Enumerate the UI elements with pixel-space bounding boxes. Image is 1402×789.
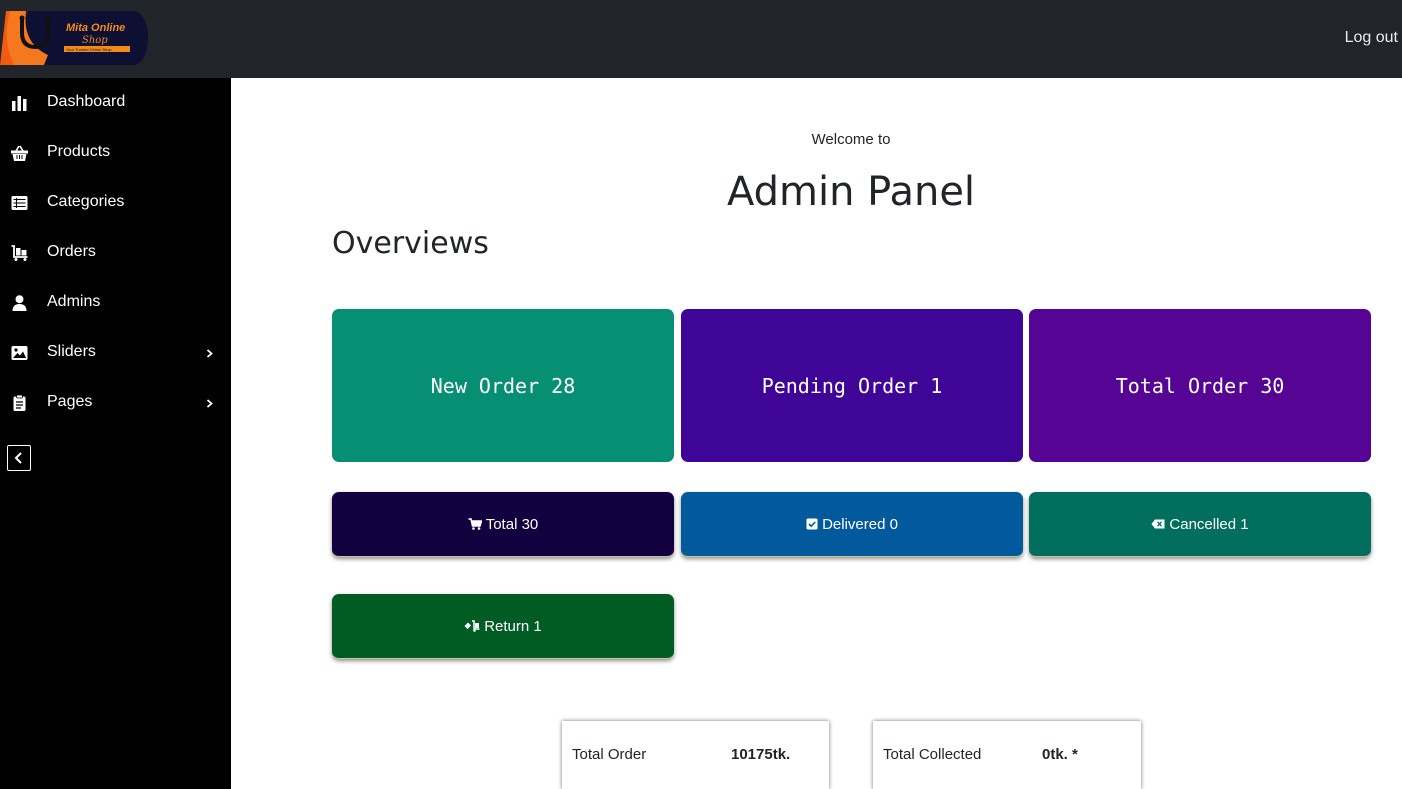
new-order-card[interactable]: New Order 28 — [332, 309, 674, 462]
card-label: Total Order 30 — [1115, 373, 1285, 398]
check-square-icon — [806, 518, 818, 530]
card-label: Delivered 0 — [822, 515, 898, 533]
sidebar-item-label: Orders — [47, 243, 96, 260]
return-card[interactable]: Return 1 — [332, 594, 674, 659]
sidebar-collapse-button[interactable] — [7, 445, 31, 471]
sidebar-item-label: Categories — [47, 193, 125, 210]
sidebar-item-label: Pages — [47, 393, 93, 410]
sidebar-item-dashboard[interactable]: Dashboard — [0, 78, 231, 128]
card-label: Total 30 — [485, 515, 539, 533]
sidebar-item-label: Sliders — [47, 343, 96, 360]
sidebar-item-admins[interactable]: Admins — [0, 278, 231, 328]
image-icon — [11, 346, 28, 360]
delivered-card[interactable]: Delivered 0 — [681, 492, 1023, 557]
cancelled-card[interactable]: Cancelled 1 — [1029, 492, 1371, 557]
total-order-card[interactable]: Total Order 30 — [1029, 309, 1371, 462]
cart-icon — [468, 518, 482, 530]
card-label: Return 1 — [484, 617, 542, 635]
stat-value: 10175tk. — [731, 746, 791, 763]
total-order-stat: Total Order 10175tk. — [562, 721, 829, 789]
list-icon — [11, 196, 28, 210]
card-label: Pending Order 1 — [761, 373, 943, 398]
backspace-icon — [1151, 519, 1165, 529]
logout-link[interactable]: Log out — [1345, 29, 1398, 47]
chevron-right-icon — [206, 349, 213, 358]
stat-label: Total Order — [572, 746, 647, 763]
chevron-right-icon — [206, 399, 213, 408]
main-content: Welcome to Admin Panel Overviews New Ord… — [231, 78, 1402, 789]
user-icon — [12, 295, 27, 311]
clipboard-icon — [13, 395, 26, 411]
card-label: Cancelled 1 — [1169, 515, 1249, 533]
bar-chart-icon — [12, 96, 27, 111]
page-title: Admin Panel — [726, 169, 976, 215]
sidebar-item-label: Admins — [47, 293, 101, 310]
total-collected-stat: Total Collected 0tk. * — [873, 721, 1141, 789]
sidebar-item-sliders[interactable]: Sliders — [0, 328, 231, 378]
sidebar-item-label: Dashboard — [47, 93, 126, 110]
sidebar: Dashboard Products Categories Orders Adm… — [0, 78, 231, 789]
stat-label: Total Collected — [883, 746, 982, 763]
luggage-cart-icon — [11, 245, 28, 261]
chevron-left-icon — [14, 452, 22, 464]
sidebar-item-label: Products — [47, 143, 111, 160]
pending-order-card[interactable]: Pending Order 1 — [681, 309, 1023, 462]
welcome-text: Welcome to — [811, 131, 891, 148]
basket-icon — [11, 145, 28, 161]
sidebar-item-categories[interactable]: Categories — [0, 178, 231, 228]
logo-subtext: Shop — [82, 35, 108, 46]
logo-tagline: Your Trusted Online Shop — [66, 47, 112, 52]
section-title: Overviews — [332, 226, 489, 261]
sidebar-item-orders[interactable]: Orders — [0, 228, 231, 278]
brand-logo[interactable]: Mita Online Shop Your Trusted Online Sho… — [0, 11, 148, 65]
truck-loading-icon — [464, 620, 480, 632]
total-card[interactable]: Total 30 — [332, 492, 674, 557]
top-navbar: Mita Online Shop Your Trusted Online Sho… — [0, 0, 1402, 78]
card-label: New Order 28 — [430, 373, 576, 398]
logo-text: Mita Online — [66, 22, 125, 34]
sidebar-item-pages[interactable]: Pages — [0, 378, 231, 428]
sidebar-item-products[interactable]: Products — [0, 128, 231, 178]
stat-value: 0tk. * — [1042, 746, 1078, 763]
